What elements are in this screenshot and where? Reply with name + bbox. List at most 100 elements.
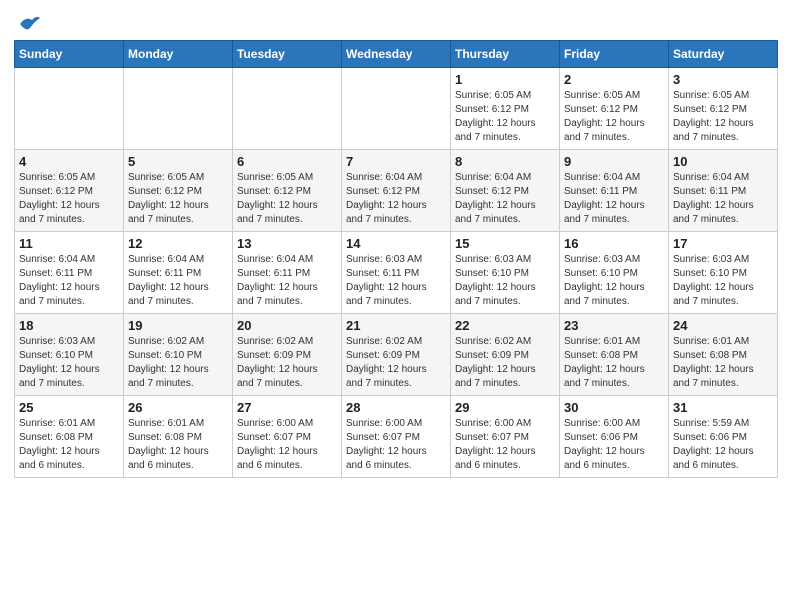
day-number: 11 [19,236,119,251]
day-number: 16 [564,236,664,251]
day-info: Sunrise: 6:04 AM Sunset: 6:12 PM Dayligh… [346,171,446,227]
day-cell: 11 Sunrise: 6:04 AM Sunset: 6:11 PM Dayli… [15,232,124,314]
week-row-5: 25Sunrise: 6:01 AM Sunset: 6:08 PM Dayli… [15,396,778,478]
day-info: Sunrise: 6:00 AM Sunset: 6:06 PM Dayligh… [564,417,664,473]
day-number: 7 [346,154,446,169]
week-row-4: 18 Sunrise: 6:03 AM Sunset: 6:10 PM Dayli… [15,314,778,396]
header-row: SundayMondayTuesdayWednesdayThursdayFrid… [15,41,778,68]
logo [18,18,42,34]
day-cell: 12 Sunrise: 6:04 AM Sunset: 6:11 PM Dayli… [124,232,233,314]
day-cell: 17Sunrise: 6:03 AM Sunset: 6:10 PM Dayli… [669,232,778,314]
day-cell: 23 Sunrise: 6:01 AM Sunset: 6:08 PM Dayli… [560,314,669,396]
day-cell [124,68,233,150]
week-row-2: 4 Sunrise: 6:05 AM Sunset: 6:12 PM Daylig… [15,150,778,232]
day-info: Sunrise: 6:00 AM Sunset: 6:07 PM Dayligh… [455,417,555,473]
day-info: Sunrise: 6:03 AM Sunset: 6:11 PM Dayligh… [346,253,446,309]
day-info: Sunrise: 6:02 AM Sunset: 6:10 PM Dayligh… [128,335,228,391]
day-cell: 22 Sunrise: 6:02 AM Sunset: 6:09 PM Dayli… [451,314,560,396]
day-number: 4 [19,154,119,169]
day-number: 6 [237,154,337,169]
day-cell: 28Sunrise: 6:00 AM Sunset: 6:07 PM Dayli… [342,396,451,478]
day-number: 1 [455,72,555,87]
day-header-monday: Monday [124,41,233,68]
calendar-table: SundayMondayTuesdayWednesdayThursdayFrid… [14,40,778,478]
day-number: 12 [128,236,228,251]
logo-bird-icon [18,14,42,34]
day-cell: 4 Sunrise: 6:05 AM Sunset: 6:12 PM Daylig… [15,150,124,232]
day-cell: 21 Sunrise: 6:02 AM Sunset: 6:09 PM Dayli… [342,314,451,396]
day-info: Sunrise: 6:05 AM Sunset: 6:12 PM Dayligh… [19,171,119,227]
day-info: Sunrise: 6:05 AM Sunset: 6:12 PM Dayligh… [564,89,664,145]
calendar-header: SundayMondayTuesdayWednesdayThursdayFrid… [15,41,778,68]
day-number: 14 [346,236,446,251]
day-number: 30 [564,400,664,415]
day-info: Sunrise: 6:01 AM Sunset: 6:08 PM Dayligh… [19,417,119,473]
day-number: 18 [19,318,119,333]
day-info: Sunrise: 6:04 AM Sunset: 6:11 PM Dayligh… [673,171,773,227]
day-number: 10 [673,154,773,169]
day-info: Sunrise: 6:04 AM Sunset: 6:11 PM Dayligh… [19,253,119,309]
day-cell [342,68,451,150]
day-info: Sunrise: 6:03 AM Sunset: 6:10 PM Dayligh… [19,335,119,391]
day-info: Sunrise: 6:05 AM Sunset: 6:12 PM Dayligh… [455,89,555,145]
day-number: 27 [237,400,337,415]
day-info: Sunrise: 6:05 AM Sunset: 6:12 PM Dayligh… [237,171,337,227]
day-number: 24 [673,318,773,333]
day-info: Sunrise: 6:02 AM Sunset: 6:09 PM Dayligh… [455,335,555,391]
day-info: Sunrise: 6:00 AM Sunset: 6:07 PM Dayligh… [346,417,446,473]
day-number: 23 [564,318,664,333]
day-number: 26 [128,400,228,415]
day-cell: 8 Sunrise: 6:04 AM Sunset: 6:12 PM Daylig… [451,150,560,232]
day-number: 5 [128,154,228,169]
day-info: Sunrise: 6:05 AM Sunset: 6:12 PM Dayligh… [128,171,228,227]
day-cell: 25Sunrise: 6:01 AM Sunset: 6:08 PM Dayli… [15,396,124,478]
day-number: 2 [564,72,664,87]
day-cell: 7 Sunrise: 6:04 AM Sunset: 6:12 PM Daylig… [342,150,451,232]
day-cell: 15Sunrise: 6:03 AM Sunset: 6:10 PM Dayli… [451,232,560,314]
day-header-tuesday: Tuesday [233,41,342,68]
day-cell: 26Sunrise: 6:01 AM Sunset: 6:08 PM Dayli… [124,396,233,478]
day-info: Sunrise: 6:04 AM Sunset: 6:11 PM Dayligh… [128,253,228,309]
day-number: 31 [673,400,773,415]
day-info: Sunrise: 6:04 AM Sunset: 6:11 PM Dayligh… [564,171,664,227]
day-header-wednesday: Wednesday [342,41,451,68]
day-info: Sunrise: 6:05 AM Sunset: 6:12 PM Dayligh… [673,89,773,145]
week-row-1: 1 Sunrise: 6:05 AM Sunset: 6:12 PM Daylig… [15,68,778,150]
day-cell: 16 Sunrise: 6:03 AM Sunset: 6:10 PM Dayli… [560,232,669,314]
day-cell: 13 Sunrise: 6:04 AM Sunset: 6:11 PM Dayli… [233,232,342,314]
day-cell: 20Sunrise: 6:02 AM Sunset: 6:09 PM Dayli… [233,314,342,396]
day-cell: 31 Sunrise: 5:59 AM Sunset: 6:06 PM Dayli… [669,396,778,478]
day-cell: 30 Sunrise: 6:00 AM Sunset: 6:06 PM Dayli… [560,396,669,478]
day-info: Sunrise: 6:03 AM Sunset: 6:10 PM Dayligh… [673,253,773,309]
day-number: 8 [455,154,555,169]
day-info: Sunrise: 6:02 AM Sunset: 6:09 PM Dayligh… [346,335,446,391]
day-cell: 29Sunrise: 6:00 AM Sunset: 6:07 PM Dayli… [451,396,560,478]
day-cell: 27 Sunrise: 6:00 AM Sunset: 6:07 PM Dayli… [233,396,342,478]
day-number: 20 [237,318,337,333]
day-cell: 2 Sunrise: 6:05 AM Sunset: 6:12 PM Daylig… [560,68,669,150]
day-number: 13 [237,236,337,251]
calendar-body: 1 Sunrise: 6:05 AM Sunset: 6:12 PM Daylig… [15,68,778,478]
day-info: Sunrise: 6:00 AM Sunset: 6:07 PM Dayligh… [237,417,337,473]
day-header-saturday: Saturday [669,41,778,68]
calendar: SundayMondayTuesdayWednesdayThursdayFrid… [10,40,782,478]
day-info: Sunrise: 6:03 AM Sunset: 6:10 PM Dayligh… [564,253,664,309]
week-row-3: 11 Sunrise: 6:04 AM Sunset: 6:11 PM Dayli… [15,232,778,314]
day-info: Sunrise: 6:01 AM Sunset: 6:08 PM Dayligh… [564,335,664,391]
day-info: Sunrise: 6:01 AM Sunset: 6:08 PM Dayligh… [673,335,773,391]
day-info: Sunrise: 6:04 AM Sunset: 6:11 PM Dayligh… [237,253,337,309]
day-cell: 5 Sunrise: 6:05 AM Sunset: 6:12 PM Daylig… [124,150,233,232]
day-cell: 3Sunrise: 6:05 AM Sunset: 6:12 PM Daylig… [669,68,778,150]
day-number: 22 [455,318,555,333]
day-cell [233,68,342,150]
day-info: Sunrise: 6:04 AM Sunset: 6:12 PM Dayligh… [455,171,555,227]
day-header-thursday: Thursday [451,41,560,68]
day-cell: 18 Sunrise: 6:03 AM Sunset: 6:10 PM Dayli… [15,314,124,396]
day-header-sunday: Sunday [15,41,124,68]
day-info: Sunrise: 5:59 AM Sunset: 6:06 PM Dayligh… [673,417,773,473]
day-number: 21 [346,318,446,333]
day-number: 9 [564,154,664,169]
day-header-friday: Friday [560,41,669,68]
day-cell: 9 Sunrise: 6:04 AM Sunset: 6:11 PM Daylig… [560,150,669,232]
day-number: 19 [128,318,228,333]
